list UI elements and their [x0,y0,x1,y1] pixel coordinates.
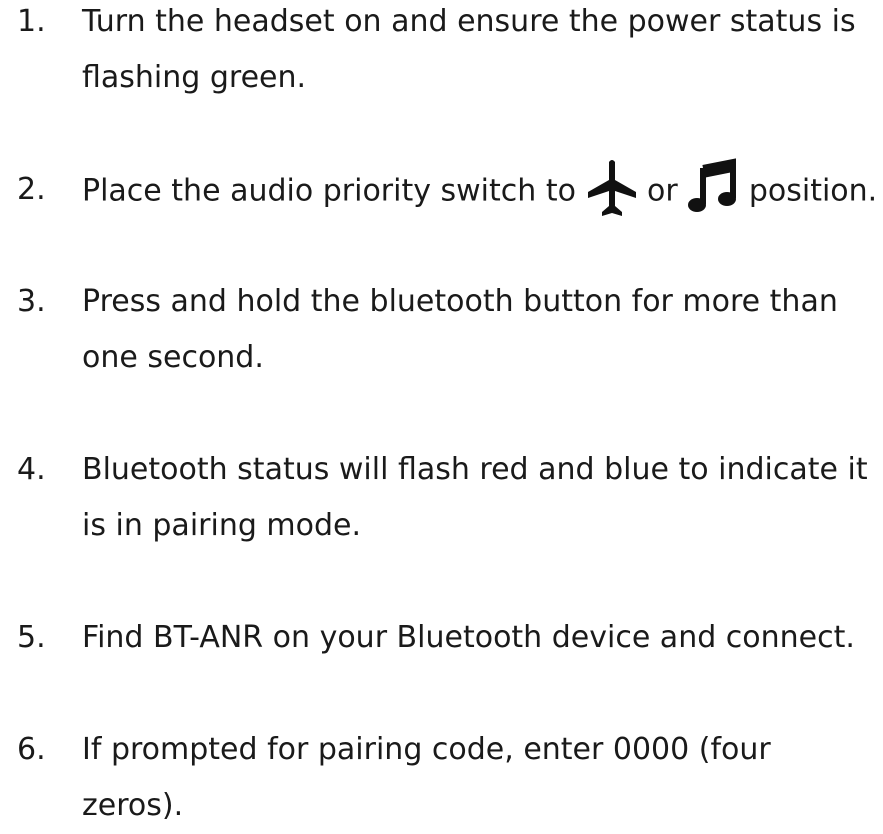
step-line: Press and hold the bluetooth button for … [82,284,838,319]
step-line: Find BT-ANR on your Bluetooth device and… [82,620,855,655]
step-text: Turn the headset on and ensure the power… [82,0,872,106]
step-line: Bluetooth status will flash red and blue… [82,452,868,487]
step-number: 4. [17,452,46,487]
step-text: Press and hold the bluetooth button for … [82,274,872,386]
step-number: 1. [17,4,46,39]
step-line: If prompted for pairing code, enter 0000… [82,732,771,767]
step-line: one second. [82,340,264,375]
step-number: 5. [17,620,46,655]
step-line: zeros). [82,788,184,823]
step-line: Turn the headset on and ensure the power… [82,4,856,39]
step-number: 6. [17,732,46,767]
step-text-before: Place the audio priority switch to [82,173,576,209]
music-note-icon [687,158,739,218]
step-number: 2. [17,172,46,207]
instruction-list: 1. Turn the headset on and ensure the po… [0,0,883,823]
step-line: is in pairing mode. [82,508,362,543]
step-text: Find BT-ANR on your Bluetooth device and… [82,610,872,666]
step-text: If prompted for pairing code, enter 0000… [82,722,872,834]
step-text-middle: or [647,173,678,209]
step-text: Place the audio priority switch to or po… [82,158,877,222]
step-text: Bluetooth status will flash red and blue… [82,442,872,554]
step-text-after: position. [748,173,878,209]
step-line: flashing green. [82,60,307,95]
step-number: 3. [17,284,46,319]
airplane-icon [586,158,638,218]
